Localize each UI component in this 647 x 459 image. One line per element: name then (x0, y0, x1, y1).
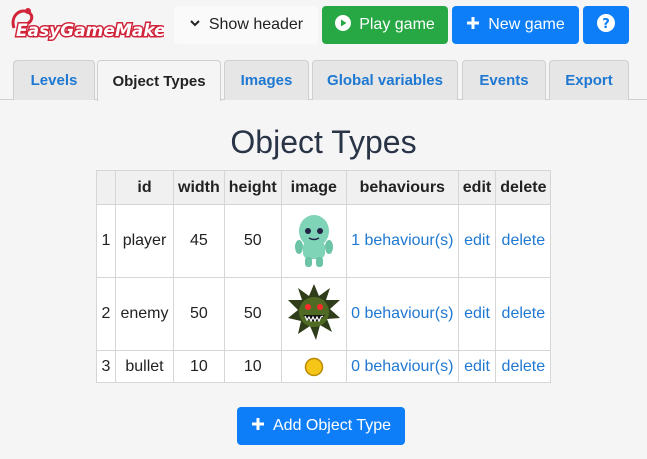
question-icon: ? (597, 13, 615, 37)
table-row: 3 bullet 10 10 0 behaviour(s) edit delet… (96, 350, 552, 383)
ghost-sprite-icon (294, 215, 333, 267)
plus-icon (251, 417, 265, 436)
row-width: 45 (173, 204, 225, 278)
tab-events[interactable]: Events (462, 60, 546, 100)
row-behaviours-link[interactable]: 1 behaviour(s) (345, 204, 459, 278)
table-header-row: id width height image behaviours edit de… (96, 170, 552, 205)
row-index: 1 (96, 204, 116, 278)
table-row: 2 enemy 50 50 0 behaviour(s) edit delete (96, 277, 552, 351)
spiky-monster-sprite-icon (287, 284, 340, 340)
column-header-delete: delete (495, 170, 552, 205)
play-game-label: Play game (359, 16, 435, 33)
row-height: 50 (223, 277, 282, 351)
row-image (280, 204, 347, 278)
row-delete-link[interactable]: delete (495, 350, 552, 383)
tab-images[interactable]: Images (224, 60, 309, 100)
header: EasyGameMaker Show header Play game New … (0, 0, 647, 50)
row-id: player (115, 204, 174, 278)
tab-global-variables[interactable]: Global variables (312, 60, 458, 100)
row-behaviours-link[interactable]: 0 behaviour(s) (345, 277, 459, 351)
add-object-type-label: Add Object Type (273, 417, 391, 434)
tab-bar: Levels Object Types Images Global variab… (0, 60, 647, 101)
row-edit-link[interactable]: edit (457, 350, 497, 383)
row-delete-link[interactable]: delete (495, 204, 552, 278)
logo-icon: EasyGameMaker (11, 8, 177, 43)
new-game-label: New game (488, 16, 565, 33)
svg-text:EasyGameMaker: EasyGameMaker (16, 21, 164, 41)
row-height: 10 (223, 350, 282, 383)
column-header-image: image (280, 170, 347, 205)
row-height: 50 (223, 204, 282, 278)
column-header-width: width (173, 170, 225, 205)
logo[interactable]: EasyGameMaker (8, 6, 177, 43)
help-button[interactable]: ? (583, 6, 629, 44)
column-header-edit: edit (457, 170, 497, 205)
table-row: 1 player 45 50 1 behaviour(s) edit delet… (96, 204, 552, 278)
tab-object-types[interactable]: Object Types (97, 60, 221, 101)
column-header-index (96, 170, 116, 205)
coin-sprite-icon (304, 357, 324, 376)
chevron-down-icon (189, 16, 201, 34)
add-object-type-button[interactable]: Add Object Type (237, 407, 405, 445)
row-id: enemy (115, 277, 174, 351)
row-index: 3 (96, 350, 116, 383)
new-game-button[interactable]: New game (452, 6, 579, 44)
row-image (280, 350, 347, 383)
row-delete-link[interactable]: delete (495, 277, 552, 351)
tab-export[interactable]: Export (549, 60, 629, 100)
object-types-table: id width height image behaviours edit de… (96, 170, 552, 383)
row-width: 10 (173, 350, 225, 383)
play-icon (335, 14, 352, 36)
row-edit-link[interactable]: edit (457, 204, 497, 278)
plus-icon (466, 16, 480, 35)
show-header-label: Show header (208, 16, 304, 33)
svg-text:?: ? (602, 17, 610, 32)
row-index: 2 (96, 277, 116, 351)
row-behaviours-link[interactable]: 0 behaviour(s) (345, 350, 459, 383)
page-title: Object Types (230, 124, 417, 160)
play-game-button[interactable]: Play game (322, 6, 448, 44)
column-header-id: id (115, 170, 174, 205)
row-edit-link[interactable]: edit (457, 277, 497, 351)
tab-levels[interactable]: Levels (13, 60, 95, 100)
show-header-button[interactable]: Show header (174, 6, 318, 44)
column-header-height: height (223, 170, 282, 205)
row-image (280, 277, 347, 351)
column-header-behaviours: behaviours (345, 170, 459, 205)
row-width: 50 (173, 277, 225, 351)
row-id: bullet (115, 350, 174, 383)
